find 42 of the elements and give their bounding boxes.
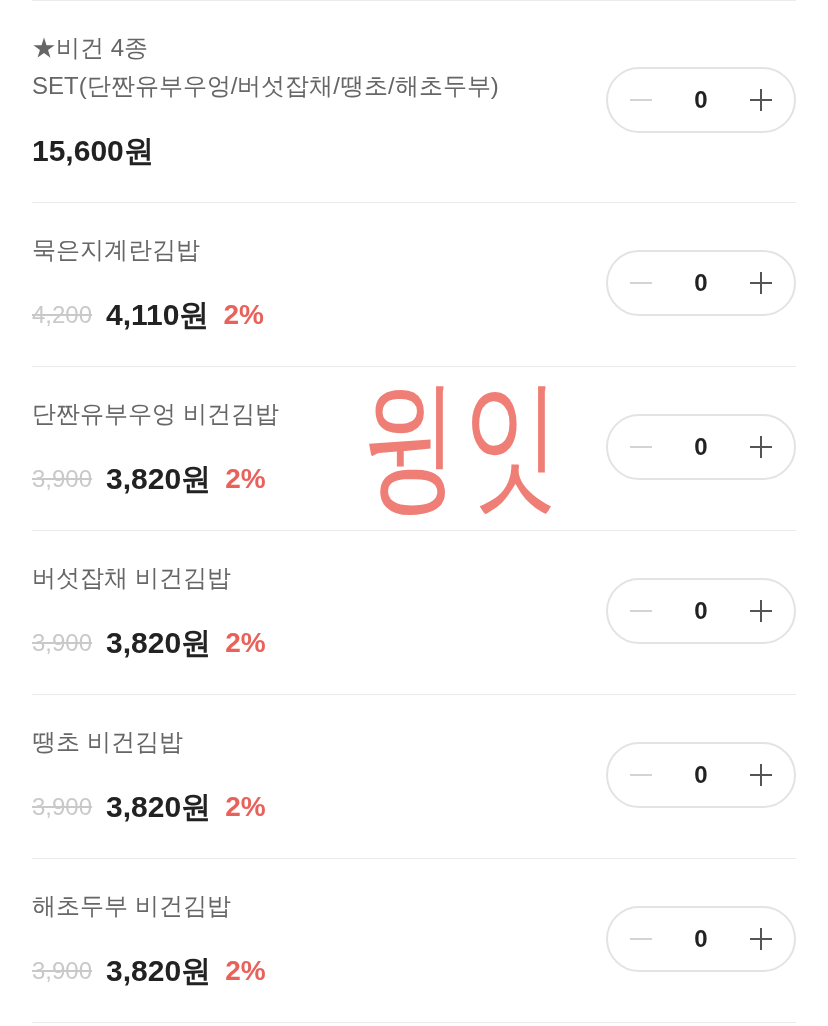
plus-icon: [750, 764, 772, 786]
product-name: 묵은지계란김밥: [32, 235, 201, 265]
minus-icon: [630, 99, 652, 101]
discount-rate: 2%: [225, 462, 266, 496]
product-name: 단짠유부우엉 비건김밥: [32, 399, 279, 429]
plus-icon: [750, 436, 772, 458]
sale-price: 4,110원: [106, 297, 210, 333]
quantity-value: 0: [694, 763, 708, 787]
product-name: 해초두부 비건김밥: [32, 891, 232, 921]
sale-price: 15,600원: [32, 133, 154, 169]
increase-button[interactable]: [748, 926, 774, 952]
minus-icon: [630, 938, 652, 940]
plus-icon: [750, 272, 772, 294]
sale-price: 3,820원: [106, 461, 212, 497]
minus-icon: [630, 446, 652, 448]
quantity-value: 0: [694, 88, 708, 112]
quantity-value: 0: [694, 927, 708, 951]
discount-rate: 2%: [225, 954, 266, 988]
quantity-value: 0: [694, 599, 708, 623]
discount-rate: 2%: [225, 626, 266, 660]
quantity-value: 0: [694, 435, 708, 459]
product-name: 땡초 비건김밥: [32, 727, 184, 757]
plus-icon: [750, 928, 772, 950]
discount-rate: 2%: [225, 790, 266, 824]
minus-icon: [630, 282, 652, 284]
product-name: ★비건 4종 SET(단짠유부우엉/버섯잡채/땡초/해초두부): [32, 33, 499, 101]
minus-icon: [630, 774, 652, 776]
sale-price: 3,820원: [106, 789, 212, 825]
increase-button[interactable]: [748, 762, 774, 788]
discount-rate: 2%: [223, 298, 264, 332]
product-name: 버섯잡채 비건김밥: [32, 563, 232, 593]
increase-button[interactable]: [748, 87, 774, 113]
plus-icon: [750, 600, 772, 622]
increase-button[interactable]: [748, 434, 774, 460]
sale-price: 3,820원: [106, 953, 212, 989]
quantity-value: 0: [694, 271, 708, 295]
handwritten-annotation: 윙잇: [362, 372, 566, 516]
sale-price: 3,820원: [106, 625, 212, 661]
plus-icon: [750, 89, 772, 111]
increase-button[interactable]: [748, 598, 774, 624]
increase-button[interactable]: [748, 270, 774, 296]
minus-icon: [630, 610, 652, 612]
